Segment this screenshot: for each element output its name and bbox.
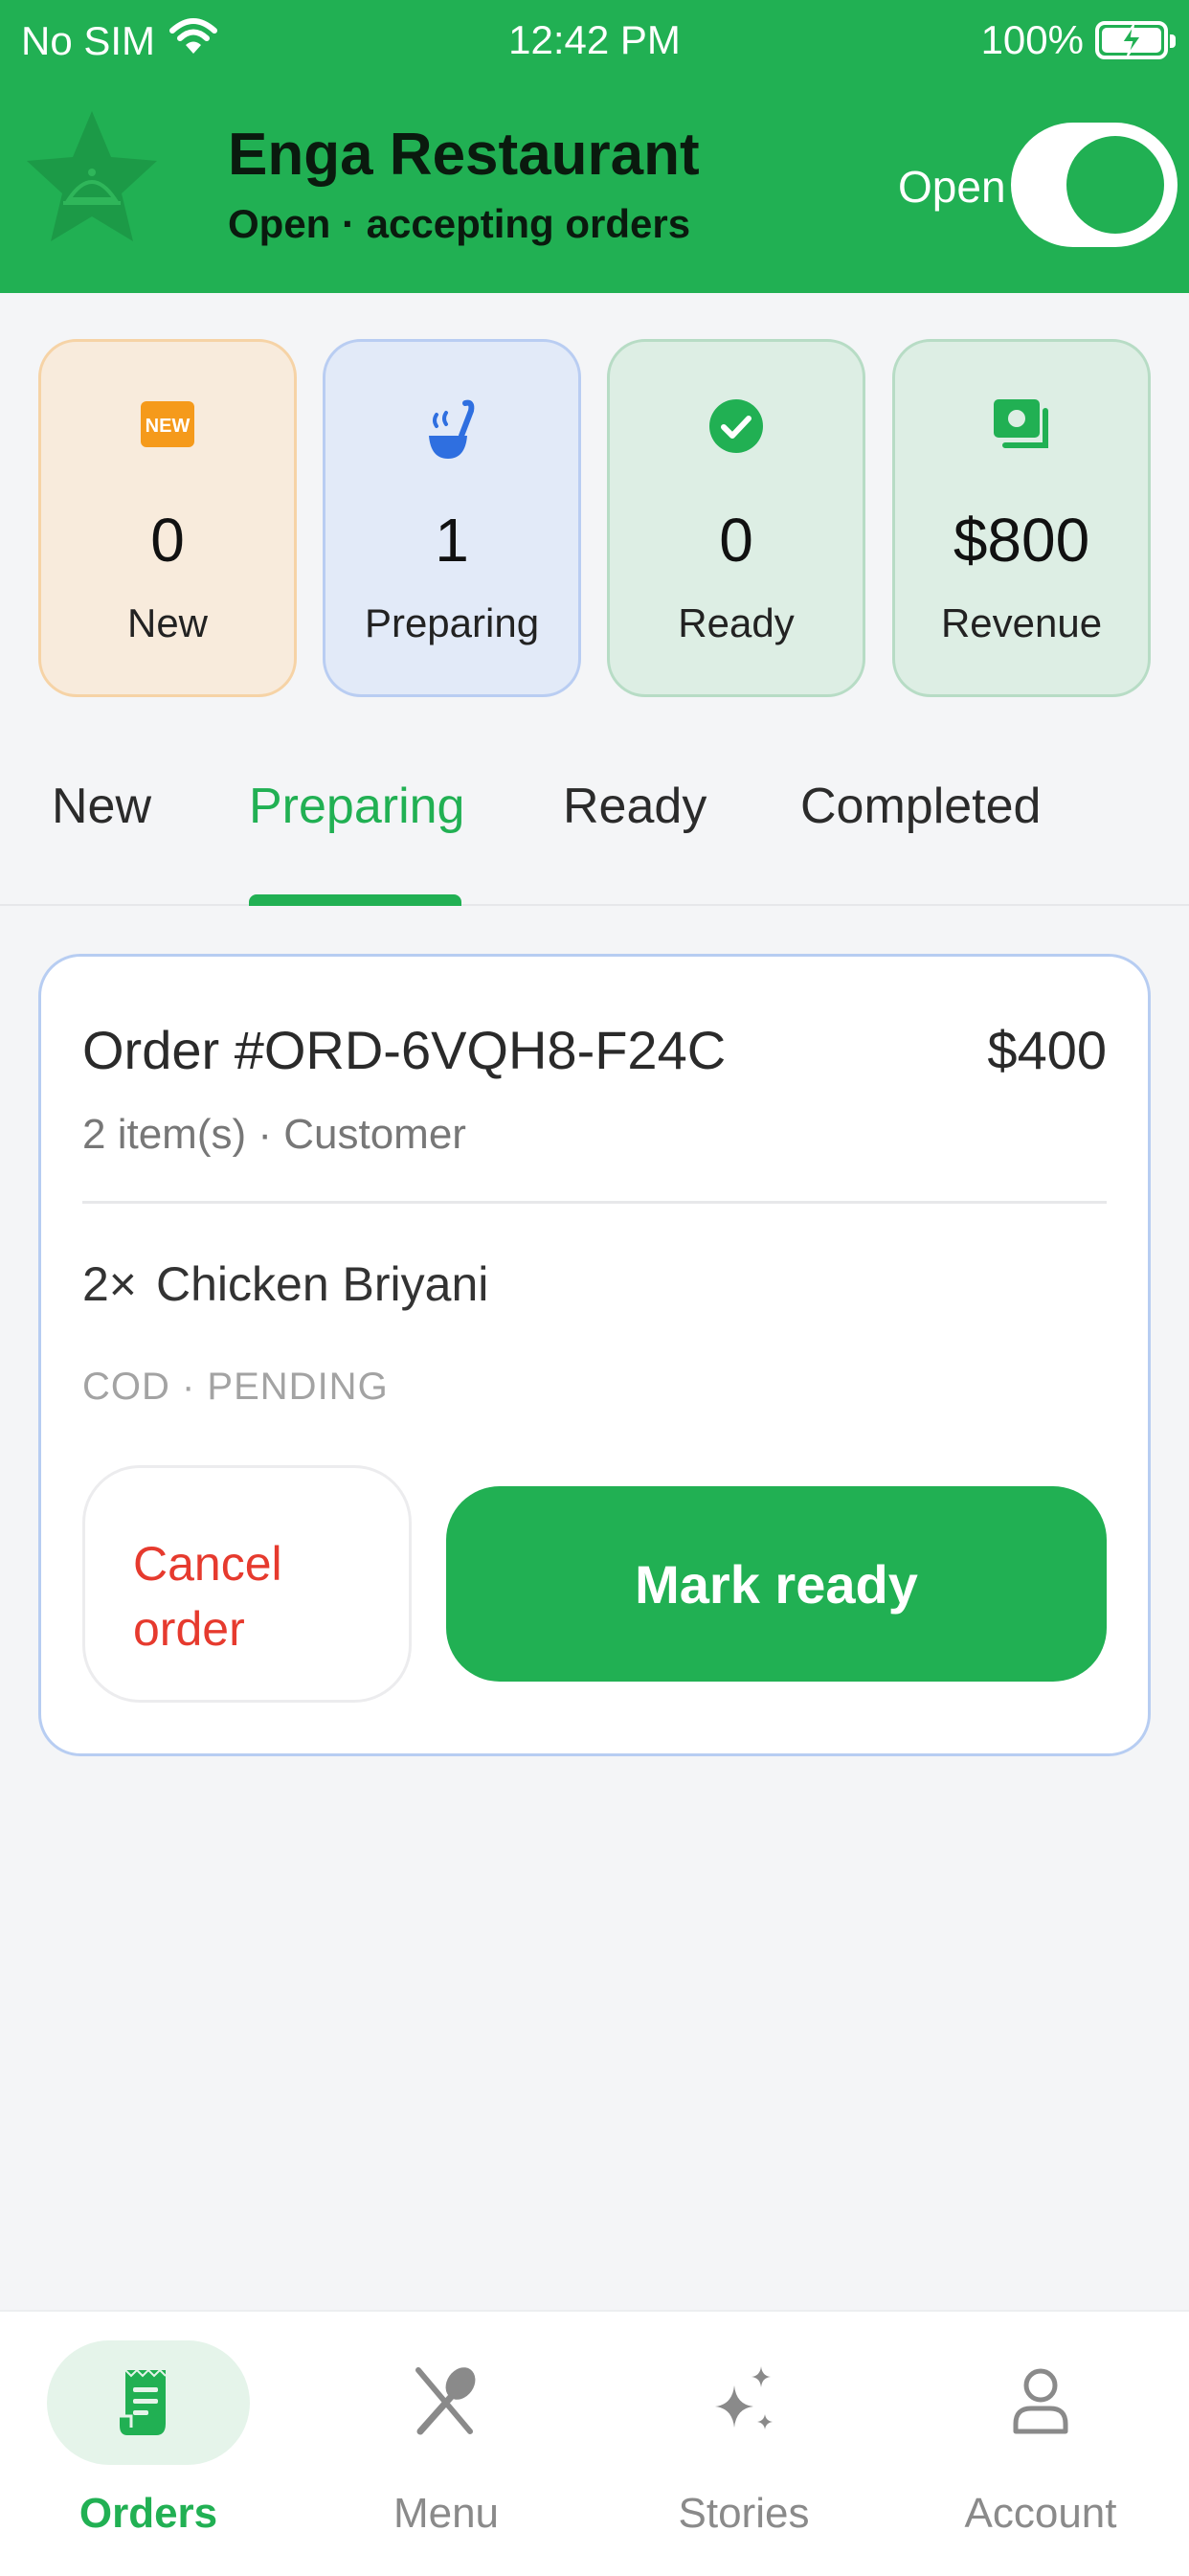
stat-new-label: New (126, 600, 209, 645)
tab-preparing[interactable]: Preparing (249, 778, 464, 835)
order-subtitle: 2 item(s) · Customer (82, 1111, 466, 1158)
open-toggle[interactable] (1011, 123, 1178, 247)
stat-revenue-label: Revenue (940, 600, 1103, 645)
new-badge-icon: NEW (41, 397, 294, 459)
nav-stories[interactable]: Stories (619, 2337, 868, 2547)
nav-account-label: Account (964, 2490, 1117, 2537)
stat-preparing-value: 1 (435, 506, 469, 575)
cancel-order-button[interactable]: Cancel order (82, 1465, 412, 1703)
order-item-name: Chicken Briyani (156, 1257, 489, 1311)
order-divider (82, 1201, 1107, 1204)
toggle-knob (1066, 136, 1164, 234)
cash-icon (895, 397, 1148, 459)
nav-orders-label: Orders (79, 2490, 218, 2537)
tab-completed[interactable]: Completed (800, 778, 1041, 835)
order-id: Order #ORD-6VQH8-F24C (82, 1020, 727, 1080)
tab-ready[interactable]: Ready (563, 778, 707, 835)
stat-card-ready: 0 Ready (607, 339, 865, 697)
nav-menu-label: Menu (393, 2490, 500, 2537)
stat-ready-value: 0 (719, 506, 753, 575)
receipt-icon (47, 2340, 250, 2465)
utensils-icon (413, 2364, 480, 2442)
tab-new[interactable]: New (52, 778, 151, 835)
nav-stories-label: Stories (678, 2490, 810, 2537)
stat-revenue-value: $800 (953, 506, 1090, 575)
stat-ready-label: Ready (678, 600, 795, 645)
stat-card-revenue: $800 Revenue (892, 339, 1151, 697)
nav-menu[interactable]: Menu (322, 2337, 571, 2547)
mark-ready-button[interactable]: Mark ready (446, 1486, 1107, 1682)
user-icon (1010, 2366, 1071, 2440)
active-tab-indicator (249, 894, 461, 906)
sparkles-icon (707, 2361, 780, 2446)
order-item-qty: 2× (82, 1257, 138, 1311)
new-badge-text: NEW (146, 416, 191, 437)
tab-divider (0, 904, 1189, 906)
restaurant-status: Open · accepting orders (228, 201, 691, 246)
nav-account[interactable]: Account (916, 2337, 1165, 2547)
stat-card-new: NEW 0 New (38, 339, 297, 697)
restaurant-logo-icon (25, 105, 159, 259)
battery-icon (1095, 21, 1176, 59)
status-right: 100% (980, 17, 1176, 63)
open-toggle-label: Open (898, 162, 1006, 212)
payment-status: COD · PENDING (82, 1366, 389, 1408)
check-circle-icon (610, 397, 863, 459)
stat-new-value: 0 (150, 506, 185, 575)
nav-orders[interactable]: Orders (24, 2337, 273, 2547)
stat-preparing-label: Preparing (364, 600, 540, 645)
order-total: $400 (987, 1020, 1107, 1080)
order-item: 2× Chicken Briyani (82, 1256, 488, 1312)
cancel-order-label: Cancel order (133, 1537, 282, 1656)
stat-card-preparing: 1 Preparing (323, 339, 581, 697)
battery-percent: 100% (980, 17, 1084, 62)
restaurant-name: Enga Restaurant (228, 122, 700, 188)
status-bar: No SIM 12:42 PM 100% (0, 0, 1189, 80)
ladle-icon (325, 397, 578, 459)
